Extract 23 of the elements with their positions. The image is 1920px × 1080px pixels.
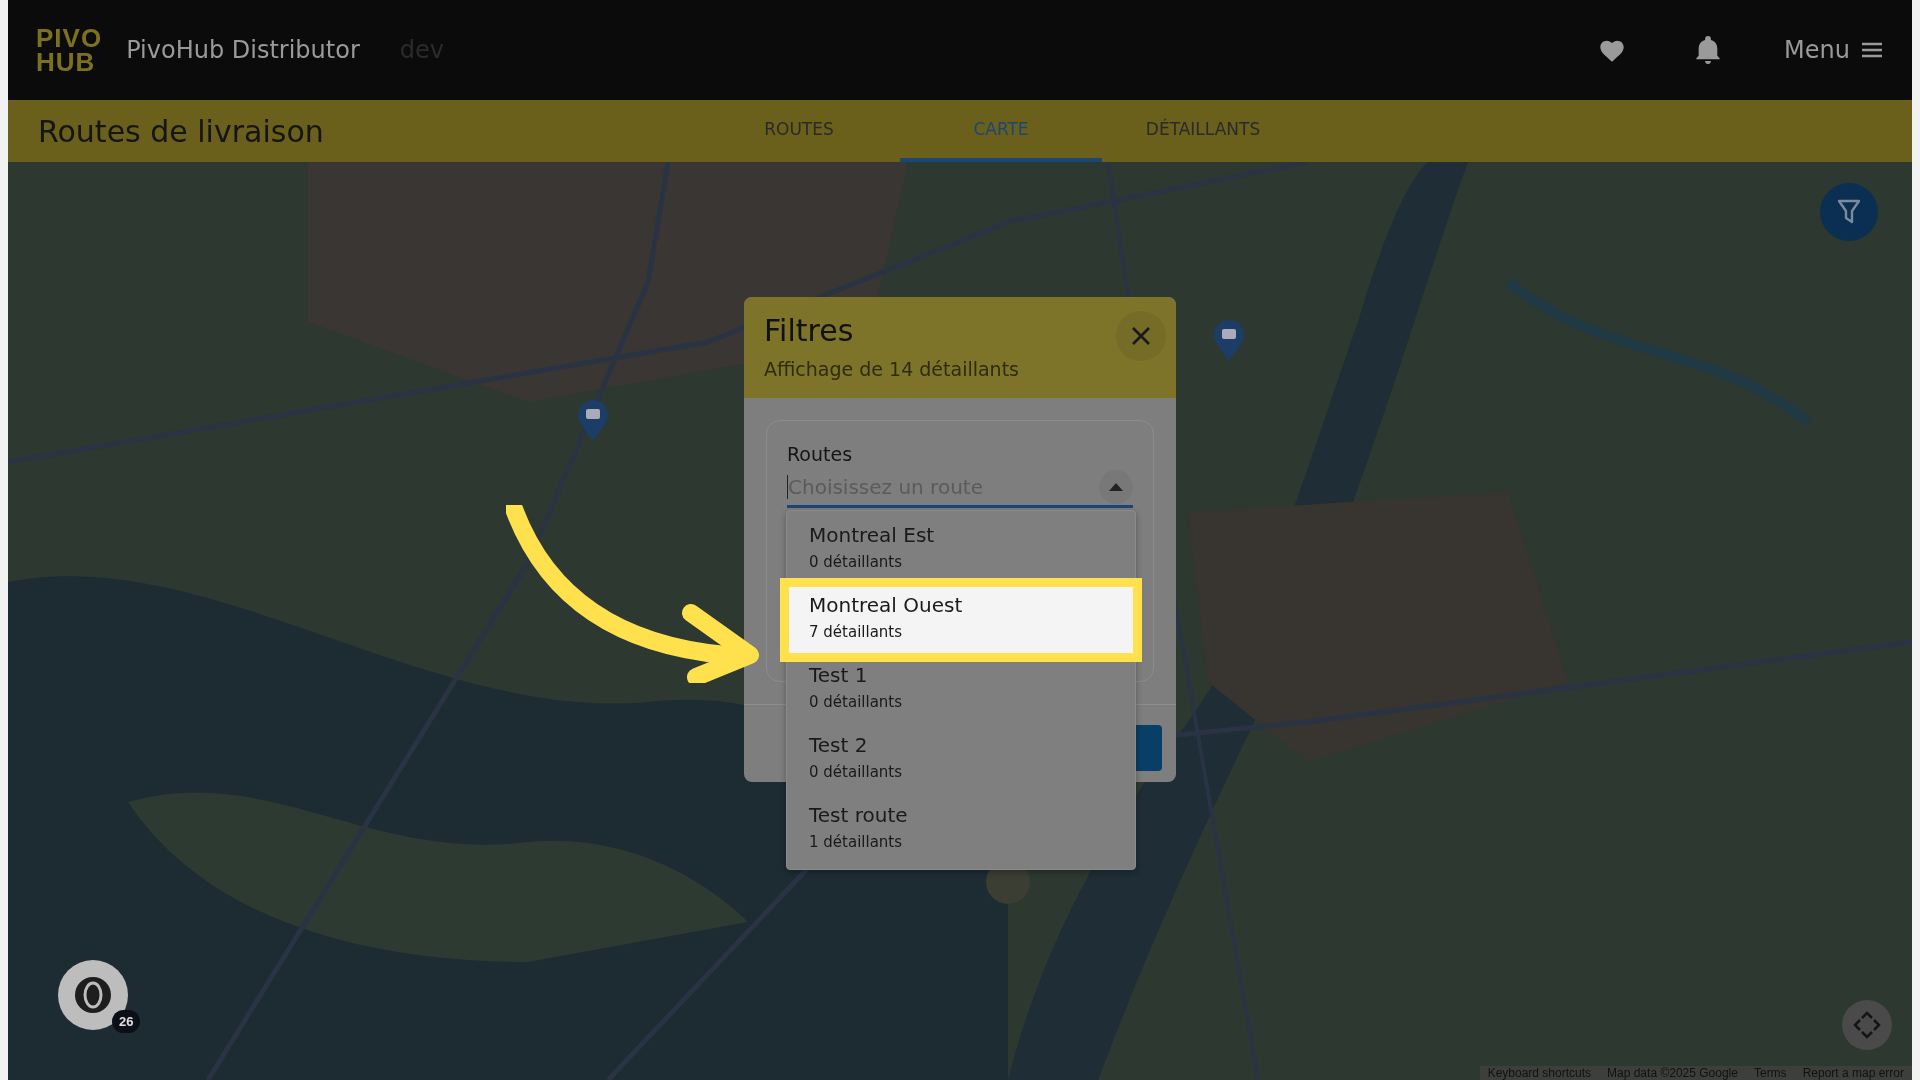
dialog-title: Filtres <box>764 313 854 348</box>
filter-icon <box>1837 199 1861 225</box>
bell-icon <box>1696 36 1721 64</box>
notifications-button[interactable] <box>1696 36 1721 64</box>
dialog-subtitle: Affichage de 14 détaillants <box>764 358 1020 380</box>
tab[interactable]: ROUTES <box>698 100 900 162</box>
dropdown-option[interactable]: Test 2 0 détaillants <box>787 725 1135 795</box>
menu-button[interactable]: Menu <box>1784 36 1882 64</box>
app-title: PivoHub Distributor <box>126 36 360 64</box>
dropdown-option[interactable]: Montreal Est 0 détaillants <box>787 515 1135 585</box>
arrows-icon <box>1852 1010 1882 1040</box>
close-icon <box>1131 326 1151 346</box>
brand-logo: PIVO HUB <box>36 26 103 74</box>
ring-logo-icon <box>74 976 112 1014</box>
map-pin-icon[interactable] <box>1212 320 1246 362</box>
menu-icon <box>1862 42 1882 58</box>
page-title: Routes de livraison <box>38 113 325 149</box>
dropdown-option[interactable]: Test 1 0 détaillants <box>787 655 1135 725</box>
map-pin-icon[interactable] <box>576 400 610 442</box>
dropdown-option[interactable]: Test route 1 détaillants <box>787 795 1135 865</box>
field-label: Routes <box>787 443 854 465</box>
close-button[interactable] <box>1116 311 1166 361</box>
tab[interactable]: DÉTAILLANTS <box>1102 100 1304 162</box>
